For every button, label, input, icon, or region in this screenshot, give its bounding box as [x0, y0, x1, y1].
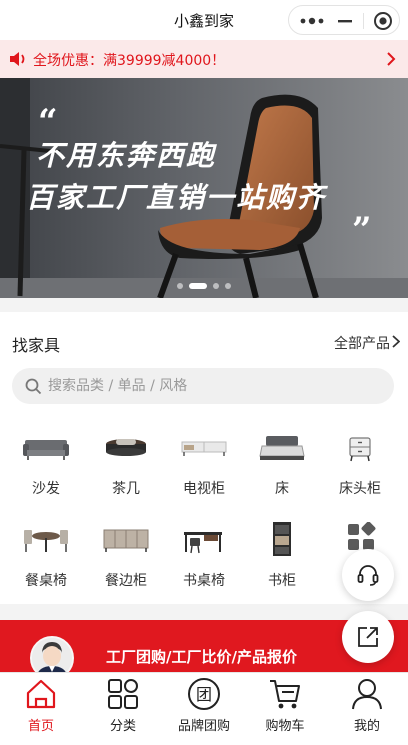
cart-icon [270, 680, 300, 709]
chevron-right-icon [387, 52, 396, 66]
coffee-table-icon [106, 439, 146, 456]
tab-label: 购物车 [265, 719, 305, 734]
group-buy-slogan: 工厂团购/工厂比价/产品报价 [106, 648, 297, 666]
share-icon [358, 627, 378, 647]
category-label: 书桌椅 [183, 573, 225, 589]
promo-bar[interactable]: 全场优惠：满39999减4000！ [0, 40, 408, 78]
category-label: 床头柜 [339, 481, 381, 497]
close-icon[interactable] [373, 11, 393, 31]
carousel-dot-active[interactable] [189, 283, 207, 289]
tab-category[interactable]: 分类 [82, 673, 164, 745]
carousel-dot[interactable] [225, 283, 231, 289]
search-input[interactable] [48, 374, 378, 398]
category-label: 床 [275, 481, 289, 497]
tab-label: 我的 [353, 719, 380, 734]
promo-text: 全场优惠：满39999减4000！ [33, 53, 226, 69]
category-desk[interactable]: 书桌椅 [170, 522, 238, 592]
headset-icon [357, 565, 379, 586]
bottom-tab-bar: 首页 分类 团 品牌团购 购物车 我的 [0, 672, 408, 745]
user-icon [352, 679, 382, 710]
tab-home[interactable]: 首页 [0, 673, 82, 745]
category-dining-set[interactable]: 餐桌椅 [12, 522, 80, 592]
customer-service-button[interactable] [342, 549, 394, 601]
chevron-right-icon [392, 335, 400, 348]
share-button[interactable] [342, 611, 394, 663]
section-title: 找家具 [12, 336, 61, 355]
tab-label: 首页 [27, 719, 54, 734]
category-label: 书柜 [268, 573, 296, 589]
category-sofa[interactable]: 沙发 [12, 430, 80, 500]
sideboard-icon [103, 529, 149, 552]
tab-group-buy[interactable]: 团 品牌团购 [163, 673, 245, 745]
category-icon [108, 679, 138, 709]
app-root: 小鑫到家 全场优惠：满39999减4000！ “ 不用东奔西跑 百家工厂直销一站… [0, 0, 408, 745]
title-bar: 小鑫到家 [0, 0, 408, 40]
minimize-icon[interactable] [337, 13, 353, 29]
category-label: 餐桌椅 [25, 573, 67, 589]
banner-headline-2: 百家工厂直销一站购齐 [26, 181, 327, 214]
desk-icon [184, 532, 222, 554]
search-icon [25, 378, 42, 395]
bookcase-icon [273, 522, 291, 556]
tab-label: 品牌团购 [177, 719, 230, 734]
banner-headline-1: 不用东奔西跑 [36, 139, 217, 172]
carousel-indicator [0, 283, 408, 289]
tab-cart[interactable]: 购物车 [244, 673, 326, 745]
category-label: 电视柜 [183, 481, 225, 497]
speaker-icon [10, 52, 25, 66]
capsule-divider [363, 13, 364, 29]
all-products-link[interactable]: 全部产品 [334, 333, 390, 353]
tab-profile[interactable]: 我的 [326, 673, 408, 745]
category-tv-cabinet[interactable]: 电视柜 [170, 430, 238, 500]
nightstand-icon [349, 437, 371, 462]
tv-cabinet-icon [181, 441, 227, 456]
dining-set-icon [24, 530, 68, 552]
group-buy-icon: 团 [188, 678, 220, 710]
search-bar[interactable] [12, 368, 394, 404]
category-label: 茶几 [112, 481, 140, 497]
carousel-dot[interactable] [177, 283, 183, 289]
carousel-dot[interactable] [213, 283, 219, 289]
category-label: 餐边柜 [105, 573, 147, 589]
hero-banner[interactable]: “ 不用东奔西跑 百家工厂直销一站购齐 ” [0, 78, 408, 298]
category-sideboard[interactable]: 餐边柜 [92, 522, 160, 592]
svg-text:团: 团 [196, 685, 212, 704]
tab-label: 分类 [109, 719, 136, 734]
bed-icon [259, 436, 305, 460]
category-label: 沙发 [32, 481, 60, 497]
mini-program-capsule [288, 5, 400, 35]
category-bed[interactable]: 床 [248, 430, 316, 500]
more-icon[interactable] [299, 13, 325, 29]
category-coffee-table[interactable]: 茶几 [92, 430, 160, 500]
category-nightstand[interactable]: 床头柜 [326, 430, 394, 500]
category-bookcase[interactable]: 书柜 [248, 522, 316, 592]
sofa-icon [23, 440, 69, 460]
home-icon [26, 679, 56, 709]
quote-close-mark: ” [352, 210, 372, 250]
